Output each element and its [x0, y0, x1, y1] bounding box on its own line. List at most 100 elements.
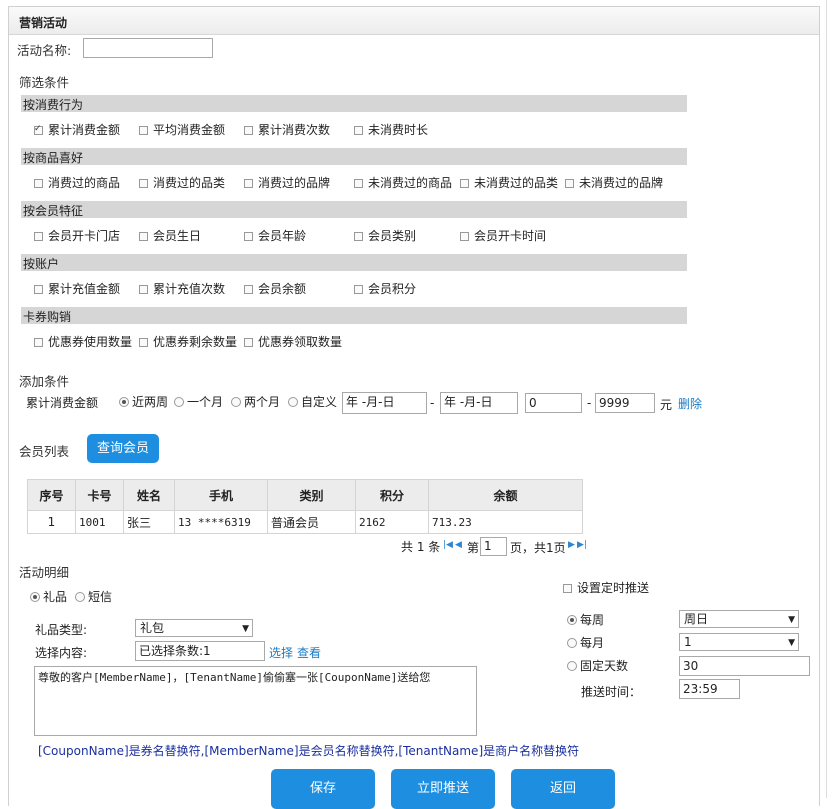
filter-option[interactable]: 消费过的品类: [139, 176, 225, 190]
radio-icon[interactable]: [231, 397, 241, 407]
placeholder-hint: [CouponName]是券名替换符,[MemberName]是会员名称替换符,…: [38, 744, 580, 758]
checkbox-icon[interactable]: [139, 126, 148, 135]
filter-option[interactable]: 未消费时长: [354, 123, 428, 137]
cell-points: 2162: [355, 510, 429, 534]
message-textarea[interactable]: 尊敬的客户[MemberName]，[TenantName]偷偷塞一张[Coup…: [34, 666, 477, 736]
schedule-monthly-option[interactable]: 每月: [567, 636, 604, 650]
filter-option[interactable]: 消费过的商品: [34, 176, 120, 190]
radio-icon[interactable]: [174, 397, 184, 407]
checkbox-icon[interactable]: [354, 179, 363, 188]
filter-option[interactable]: 会员开卡门店: [34, 229, 120, 243]
filter-title: 筛选条件: [19, 75, 70, 90]
filter-option[interactable]: 会员积分: [354, 282, 416, 296]
filter-option[interactable]: 会员类别: [354, 229, 416, 243]
push-now-button[interactable]: 立即推送: [391, 769, 495, 809]
checkbox-icon[interactable]: [34, 232, 43, 241]
date-to-input[interactable]: 年 -月-日: [440, 392, 518, 414]
column-header: 手机: [174, 479, 268, 511]
checkbox-icon[interactable]: [460, 232, 469, 241]
column-header: 姓名: [123, 479, 175, 511]
checkbox-icon[interactable]: [139, 285, 148, 294]
checkbox-icon[interactable]: [354, 126, 363, 135]
filter-option[interactable]: 累计消费次数: [244, 123, 330, 137]
query-members-button[interactable]: 查询会员: [87, 434, 159, 463]
content-input[interactable]: 已选择条数:1: [135, 641, 265, 661]
checkbox-icon[interactable]: [244, 232, 253, 241]
filter-option[interactable]: 会员开卡时间: [460, 229, 546, 243]
date-from-input[interactable]: 年 -月-日: [342, 392, 427, 414]
table-header-row: 序号 卡号 姓名 手机 类别 积分 余额: [27, 479, 583, 511]
checkbox-icon[interactable]: [34, 338, 43, 347]
radio-icon[interactable]: [567, 638, 577, 648]
radio-selected-icon[interactable]: [119, 397, 129, 407]
filter-option[interactable]: 未消费过的品牌: [565, 176, 663, 190]
filter-option[interactable]: 优惠券使用数量: [34, 335, 132, 349]
radio-selected-icon[interactable]: [567, 615, 577, 625]
filter-option[interactable]: 累计充值次数: [139, 282, 225, 296]
filter-option[interactable]: 未消费过的品类: [460, 176, 558, 190]
back-button[interactable]: 返回: [511, 769, 615, 809]
filter-option[interactable]: 平均消费金额: [139, 123, 225, 137]
checkbox-icon[interactable]: [244, 179, 253, 188]
table-row[interactable]: 1 1001 张三 13 ****6319 普通会员 2162 713.23: [27, 510, 583, 534]
checkbox-icon[interactable]: [139, 232, 148, 241]
fixed-days-input[interactable]: 30: [679, 656, 810, 676]
filter-option[interactable]: 会员生日: [139, 229, 201, 243]
gift-type-label: 礼品类型:: [35, 623, 88, 637]
type-option-gift[interactable]: 礼品: [30, 590, 67, 604]
save-button[interactable]: 保存: [271, 769, 375, 809]
schedule-toggle[interactable]: 设置定时推送: [563, 581, 649, 595]
checkbox-checked-icon[interactable]: [34, 122, 43, 136]
select-content-link[interactable]: 选择: [269, 644, 293, 661]
filter-option[interactable]: 会员余额: [244, 282, 306, 296]
range-separator: -: [587, 396, 592, 410]
view-content-link[interactable]: 查看: [297, 644, 321, 661]
activity-name-label: 活动名称:: [17, 43, 72, 58]
schedule-fixed-option[interactable]: 固定天数: [567, 659, 628, 673]
checkbox-icon[interactable]: [244, 126, 253, 135]
filter-option[interactable]: 消费过的品牌: [244, 176, 330, 190]
filter-option[interactable]: 累计充值金额: [34, 282, 120, 296]
next-page-icon[interactable]: ▶: [568, 540, 575, 550]
checkbox-icon[interactable]: [34, 285, 43, 294]
checkbox-icon[interactable]: [139, 338, 148, 347]
checkbox-icon[interactable]: [565, 179, 574, 188]
activity-name-input[interactable]: [83, 38, 213, 58]
max-amount-input[interactable]: 9999: [595, 393, 655, 413]
checkbox-icon[interactable]: [139, 179, 148, 188]
checkbox-icon[interactable]: [563, 584, 572, 593]
delete-condition-link[interactable]: 删除: [678, 395, 702, 412]
min-amount-input[interactable]: 0: [525, 393, 582, 413]
filter-option[interactable]: 未消费过的商品: [354, 176, 452, 190]
period-option[interactable]: 两个月: [231, 395, 280, 409]
period-option[interactable]: 近两周: [119, 395, 168, 409]
checkbox-icon[interactable]: [244, 285, 253, 294]
schedule-weekly-option[interactable]: 每周: [567, 613, 604, 627]
first-page-icon[interactable]: |◀: [443, 540, 453, 550]
checkbox-icon[interactable]: [34, 179, 43, 188]
radio-icon[interactable]: [567, 661, 577, 671]
filter-option[interactable]: 优惠券领取数量: [244, 335, 342, 349]
type-option-sms[interactable]: 短信: [75, 590, 112, 604]
radio-icon[interactable]: [75, 592, 85, 602]
scrollbar[interactable]: [826, 0, 840, 798]
monthly-day-select[interactable]: 1: [679, 633, 799, 651]
prev-page-icon[interactable]: ◀: [455, 540, 462, 550]
period-option[interactable]: 一个月: [174, 395, 223, 409]
weekly-day-select[interactable]: 周日: [679, 610, 799, 628]
radio-icon[interactable]: [288, 397, 298, 407]
checkbox-icon[interactable]: [354, 232, 363, 241]
period-option[interactable]: 自定义: [288, 395, 337, 409]
push-time-input[interactable]: 23:59: [679, 679, 740, 699]
filter-option[interactable]: 优惠券剩余数量: [139, 335, 237, 349]
gift-type-select[interactable]: 礼包: [135, 619, 253, 637]
activity-panel: 营销活动 活动名称: 筛选条件 按消费行为 累计消费金额 平均消费金额 累计消费…: [8, 6, 820, 809]
filter-option[interactable]: 累计消费金额: [34, 122, 120, 137]
radio-selected-icon[interactable]: [30, 592, 40, 602]
page-number-input[interactable]: 1: [480, 537, 507, 556]
checkbox-icon[interactable]: [460, 179, 469, 188]
last-page-icon[interactable]: ▶|: [577, 540, 587, 550]
checkbox-icon[interactable]: [244, 338, 253, 347]
checkbox-icon[interactable]: [354, 285, 363, 294]
filter-option[interactable]: 会员年龄: [244, 229, 306, 243]
